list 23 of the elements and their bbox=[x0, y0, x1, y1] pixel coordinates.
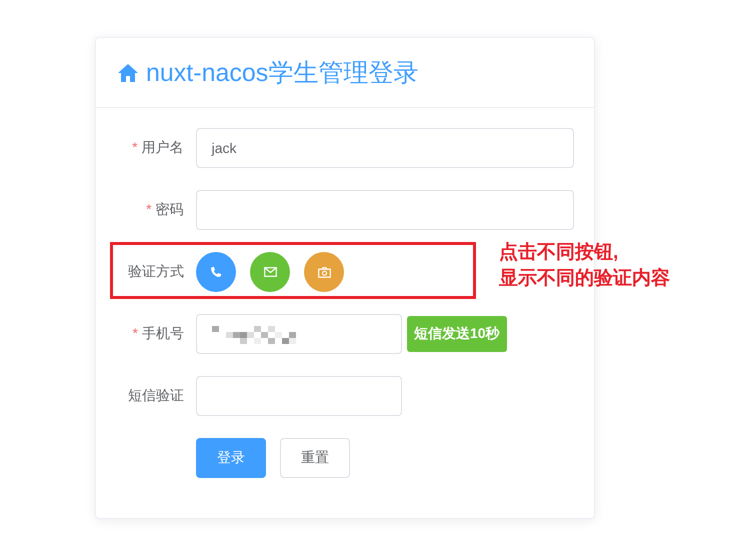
field-label: 密码 bbox=[156, 201, 184, 217]
input-field[interactable] bbox=[196, 376, 402, 416]
field-label: 用户名 bbox=[142, 139, 184, 155]
field-label: 验证方式 bbox=[128, 263, 184, 279]
reset-button[interactable]: 重置 bbox=[280, 438, 350, 478]
required-mark: * bbox=[146, 201, 152, 217]
field-label: 短信验证 bbox=[128, 387, 184, 403]
input-field[interactable] bbox=[196, 314, 402, 354]
annotation-text: 显示不同的验证内容 bbox=[499, 266, 670, 291]
phone-icon bbox=[210, 266, 222, 278]
home-icon bbox=[118, 64, 138, 82]
input-field[interactable]: jack bbox=[196, 128, 574, 168]
required-mark: * bbox=[132, 139, 138, 155]
annotation-text: 点击不同按钮, bbox=[499, 240, 620, 265]
mail-method-button[interactable] bbox=[250, 252, 290, 292]
mail-icon bbox=[264, 267, 276, 277]
camera-icon bbox=[318, 266, 330, 278]
phone-method-button[interactable] bbox=[196, 252, 236, 292]
field-label: 手机号 bbox=[142, 325, 184, 341]
input-field[interactable] bbox=[196, 190, 574, 230]
required-mark: * bbox=[132, 325, 138, 341]
camera-method-button[interactable] bbox=[304, 252, 344, 292]
card-title: nuxt-nacos学生管理登录 bbox=[146, 58, 418, 89]
